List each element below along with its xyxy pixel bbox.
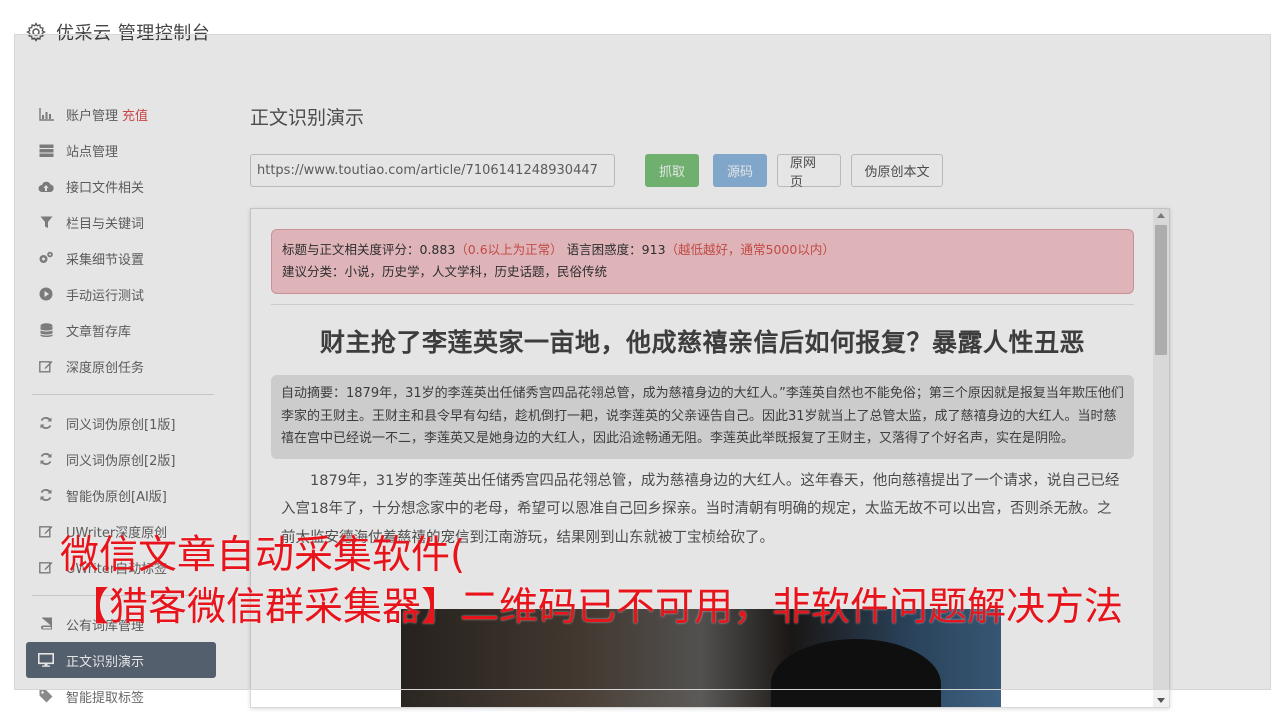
article-content: 标题与正文相关度评分：0.883（0.6以上为正常） 语言困惑度：913（越低越… <box>251 209 1154 707</box>
sidebar-item-columns[interactable]: 栏目与关键词 <box>26 204 216 240</box>
sidebar-item-label: 栏目与关键词 <box>66 216 145 232</box>
tag-icon <box>38 688 54 704</box>
page-title: 正文识别演示 <box>250 107 365 129</box>
sidebar-item-collect-settings[interactable]: 采集细节设置 <box>26 240 216 276</box>
relevance-score: 标题与正文相关度评分：0.883 <box>282 242 456 257</box>
article-body: 1879年，31岁的李莲英出任储秀宫四品花翎总管，成为慈禧身边的大红人。这年春天… <box>281 472 1120 546</box>
edit-icon <box>38 358 54 374</box>
perplexity-hint: （越低越好，通常5000以内） <box>665 242 835 257</box>
sidebar-divider <box>32 394 214 395</box>
score-line: 标题与正文相关度评分：0.883（0.6以上为正常） 语言困惑度：913（越低越… <box>282 239 1123 261</box>
sidebar-item-label: 正文识别演示 <box>66 654 145 670</box>
filter-icon <box>38 214 54 230</box>
sidebar-item-article-store[interactable]: 文章暂存库 <box>26 312 216 348</box>
sidebar-item-body-recognition[interactable]: 正文识别演示 <box>26 642 216 678</box>
edit-icon <box>38 523 54 539</box>
sidebar: 账户管理 充值 站点管理 接口文件相关 栏目与关键词 采集细节设置 手动运行测试… <box>26 96 216 714</box>
play-circle-icon <box>38 286 54 302</box>
bar-chart-icon <box>38 106 54 122</box>
sidebar-item-ai-pseudo[interactable]: 智能伪原创[AI版] <box>26 477 216 513</box>
original-page-button[interactable]: 原网页 <box>777 154 841 190</box>
sidebar-item-sites[interactable]: 站点管理 <box>26 132 216 168</box>
cogs-icon <box>38 250 54 266</box>
sidebar-item-label: 智能伪原创[AI版] <box>66 489 167 505</box>
scrollbar[interactable] <box>1153 209 1169 707</box>
refresh-icon <box>38 451 54 467</box>
sidebar-item-synonym-v1[interactable]: 同义词伪原创[1版] <box>26 405 216 441</box>
article-result-panel: 标题与正文相关度评分：0.883（0.6以上为正常） 语言困惑度：913（越低越… <box>250 208 1170 708</box>
sidebar-item-uwriter-deep[interactable]: UWriter深度原创 <box>26 513 216 549</box>
url-input[interactable] <box>250 154 615 187</box>
edit-icon <box>38 559 54 575</box>
category-suggestion: 建议分类：小说，历史学，人文学科，历史话题，民俗传统 <box>282 264 608 279</box>
sidebar-item-label: 同义词伪原创[1版] <box>66 417 176 433</box>
pseudo-original-button[interactable]: 伪原创本文 <box>851 154 943 187</box>
sidebar-item-extract-tags[interactable]: 智能提取标签 <box>26 678 216 714</box>
sidebar-item-label: 智能提取标签 <box>66 690 145 706</box>
recharge-link[interactable]: 充值 <box>122 105 148 124</box>
gear-icon[interactable] <box>26 22 46 42</box>
sidebar-item-label: 接口文件相关 <box>66 180 145 196</box>
article-image <box>401 609 1001 707</box>
sidebar-item-uwriter-tags[interactable]: UWriter自动标签 <box>26 549 216 585</box>
score-alert: 标题与正文相关度评分：0.883（0.6以上为正常） 语言困惑度：913（越低越… <box>271 229 1134 294</box>
sidebar-item-public-dictionary[interactable]: 公有词库管理 <box>26 606 216 642</box>
sidebar-item-label: 文章暂存库 <box>66 324 132 340</box>
sidebar-item-account[interactable]: 账户管理 充值 <box>26 96 216 132</box>
sidebar-item-label: 账户管理 <box>66 108 119 124</box>
sidebar-item-label: 公有词库管理 <box>66 618 145 634</box>
scrollbar-thumb[interactable] <box>1155 225 1167 355</box>
relevance-hint: （0.6以上为正常） <box>455 242 563 257</box>
top-bar: 优采云 管理控制台 <box>16 2 1271 72</box>
scroll-up-arrow-icon[interactable] <box>1157 213 1165 218</box>
refresh-icon <box>38 415 54 431</box>
sidebar-item-deep-original[interactable]: 深度原创任务 <box>26 348 216 384</box>
sidebar-item-label: 手动运行测试 <box>66 288 145 304</box>
sidebar-item-synonym-v2[interactable]: 同义词伪原创[2版] <box>26 441 216 477</box>
scroll-down-arrow-icon[interactable] <box>1157 698 1165 703</box>
auto-summary: 自动摘要：1879年，31岁的李莲英出任储秀宫四品花翎总管，成为慈禧身边的大红人… <box>271 375 1134 459</box>
cloud-upload-icon <box>38 178 54 194</box>
image-figure <box>771 639 941 707</box>
article-title: 财主抢了李莲英家一亩地，他成慈禧亲信后如何报复？暴露人性丑恶 <box>319 328 1085 357</box>
title-bar: 优采云 管理控制台 <box>16 2 210 62</box>
sidebar-divider <box>32 595 214 596</box>
source-button[interactable]: 源码 <box>713 154 767 187</box>
perplexity-score: 语言困惑度：913 <box>562 242 666 257</box>
divider <box>271 304 1134 305</box>
main-content: 正文识别演示 抓取 源码 原网页 伪原创本文 <box>250 100 1210 190</box>
refresh-icon <box>38 487 54 503</box>
desktop-icon <box>38 652 54 668</box>
sidebar-item-manual-run[interactable]: 手动运行测试 <box>26 276 216 312</box>
sidebar-item-label: UWriter自动标签 <box>66 561 168 577</box>
sidebar-item-label: 同义词伪原创[2版] <box>66 453 176 469</box>
book-icon <box>38 616 54 632</box>
database-icon <box>38 322 54 338</box>
fetch-button[interactable]: 抓取 <box>645 154 699 187</box>
sidebar-item-label: 采集细节设置 <box>66 252 145 268</box>
sidebar-item-label: 深度原创任务 <box>66 360 145 376</box>
sidebar-item-label: UWriter深度原创 <box>66 525 168 541</box>
app-title: 优采云 管理控制台 <box>56 23 211 44</box>
sidebar-item-interface[interactable]: 接口文件相关 <box>26 168 216 204</box>
url-toolbar: 抓取 源码 原网页 伪原创本文 <box>250 154 943 190</box>
sidebar-item-label: 站点管理 <box>66 144 119 160</box>
server-icon <box>38 142 54 158</box>
app-window: 优采云 管理控制台 账户管理 充值 站点管理 接口文件相关 栏目与关键词 采集细… <box>0 0 1285 726</box>
